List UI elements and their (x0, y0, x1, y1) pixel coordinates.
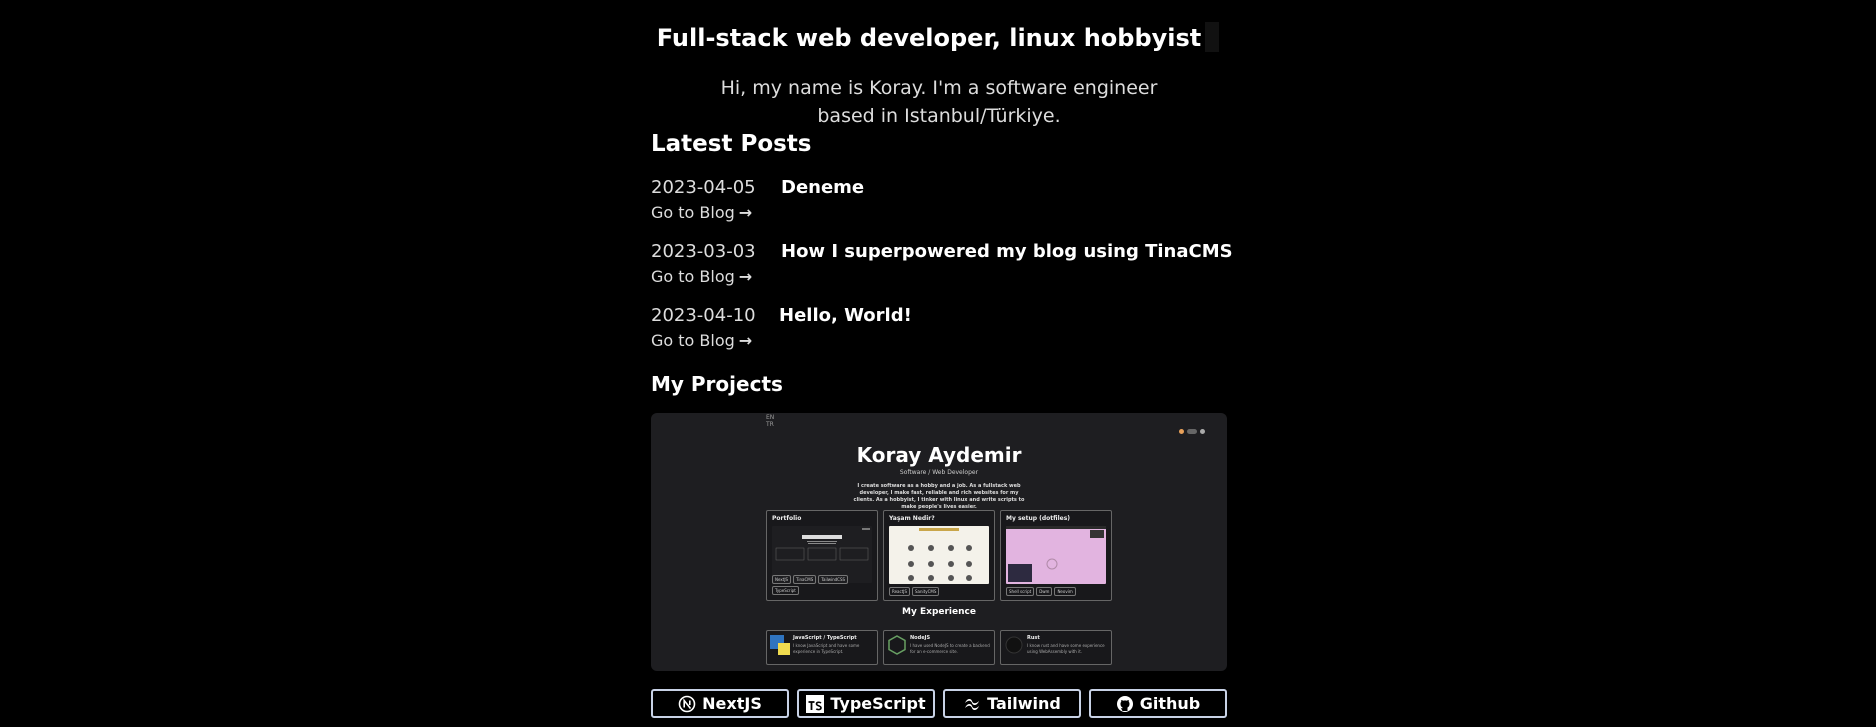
sun-icon (1179, 429, 1184, 434)
post-title[interactable]: Hello, World! (779, 305, 912, 326)
preview-role: Software / Web Developer (899, 469, 979, 476)
arrow-right-icon: → (738, 203, 753, 222)
typescript-button[interactable]: TypeScript (797, 689, 935, 718)
arrow-right-icon: → (738, 267, 753, 286)
experience-heading: My Experience (902, 607, 976, 617)
post-date: 2023-04-10 (651, 305, 756, 326)
preview-name: Koray Aydemir (856, 443, 1022, 467)
nextjs-button[interactable]: NextJS (651, 689, 789, 718)
theme-toggle (1179, 419, 1213, 434)
card-thumbnail (889, 526, 989, 584)
preview-description: I create software as a hobby and a job. … (853, 483, 1025, 510)
card-thumbnail (1006, 526, 1106, 584)
skill-card-nodejs: NodeJS I have used NodeJS to create a ba… (883, 630, 995, 665)
preview-card-yasam-nedir: Yaşam Nedir? ReactJS SanityCMS (883, 510, 995, 601)
project-preview-screenshot[interactable]: EN TR Koray Aydemir Software / Web Devel… (651, 413, 1227, 671)
tailwind-icon (965, 698, 980, 710)
arrow-right-icon: → (738, 331, 753, 350)
tailwind-button[interactable]: Tailwind (943, 689, 1081, 718)
skill-card-rust: Rust I know rust and have some experienc… (1000, 630, 1112, 665)
github-button[interactable]: Github (1089, 689, 1227, 718)
ts-js-logo-icon (770, 635, 790, 655)
card-tags: Shell script Dwm Neovim (1005, 586, 1109, 597)
card-tags: NextJS TinaCMS TailwindCSSTypeScript (771, 574, 875, 596)
card-tags: ReactJS SanityCMS (888, 586, 992, 597)
post-date: 2023-04-05 (651, 177, 756, 198)
post-title[interactable]: Deneme (781, 177, 864, 198)
go-to-blog-link[interactable]: Go to Blog → (651, 331, 752, 350)
headline: Full-stack web developer, linux hobbyist (0, 22, 1876, 52)
intro-text: Hi, my name is Koray. I'm a software eng… (720, 77, 1158, 127)
typing-cursor (1205, 22, 1220, 52)
moon-icon (1200, 429, 1205, 434)
portfolio-thumbnail-art (775, 528, 870, 561)
rust-logo-icon (1005, 636, 1023, 654)
preview-card-portfolio: Portfolio NextJS TinaCMS TailwindCSSTypeSc… (766, 510, 878, 601)
skill-card-javascript: JavaScript / TypeScript I know JavaScrip… (766, 630, 878, 665)
typescript-icon (806, 694, 825, 713)
go-to-blog-link[interactable]: Go to Blog → (651, 267, 752, 286)
nodejs-logo-icon (888, 635, 906, 655)
desktop-thumbnail-art (1006, 526, 1106, 582)
post-title[interactable]: How I superpowered my blog using TinaCMS (781, 241, 1233, 262)
preview-card-dotfiles: My setup (dotfiles) Shell script Dwm Neovi… (1000, 510, 1112, 601)
github-icon (1116, 695, 1133, 712)
nextjs-icon (678, 695, 696, 712)
go-to-blog-link[interactable]: Go to Blog → (651, 203, 752, 222)
yasam-thumbnail-art (908, 528, 972, 581)
latest-posts-heading: Latest Posts (651, 131, 812, 157)
post-date: 2023-03-03 (651, 241, 756, 262)
language-switcher: EN TR (766, 414, 775, 428)
my-projects-heading: My Projects (651, 372, 783, 396)
